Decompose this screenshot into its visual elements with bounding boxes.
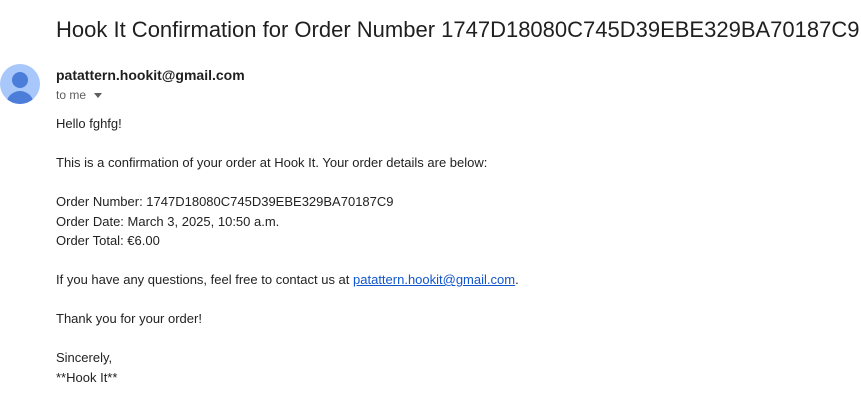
email-subject: Hook It Confirmation for Order Number 17… (56, 17, 860, 42)
intro-text: This is a confirmation of your order at … (56, 155, 488, 170)
chevron-down-icon[interactable] (94, 92, 103, 98)
signature-text: **Hook It** (56, 369, 118, 385)
thanks-text: Thank you for your order! (56, 311, 202, 326)
person-icon-body (6, 91, 34, 104)
greeting: Hello fghfg! (56, 116, 122, 131)
order-number: Order Number: 1747D18080C745D39EBE329BA7… (56, 194, 394, 209)
sender-avatar[interactable] (0, 64, 40, 104)
questions-suffix: . (515, 272, 519, 287)
recipient-details-toggle[interactable]: to me (56, 87, 103, 103)
questions-prefix: If you have any questions, feel free to … (56, 272, 354, 287)
email-body: Hello fghfg! This is a confirmation of y… (56, 114, 519, 387)
order-date: Order Date: March 3, 2025, 10:50 a.m. (56, 213, 280, 229)
closing-text: Sincerely, (56, 350, 113, 365)
recipient-label: to me (56, 88, 87, 102)
email-view: Hook It Confirmation for Order Number 17… (0, 0, 861, 419)
sender-email[interactable]: patattern.hookit@gmail.com (56, 66, 245, 84)
contact-email-link[interactable]: patattern.hookit@gmail.com (353, 272, 515, 287)
person-icon (12, 72, 28, 88)
questions-text: If you have any questions, feel free to … (56, 270, 519, 290)
order-total: Order Total: €6.00 (56, 233, 160, 248)
